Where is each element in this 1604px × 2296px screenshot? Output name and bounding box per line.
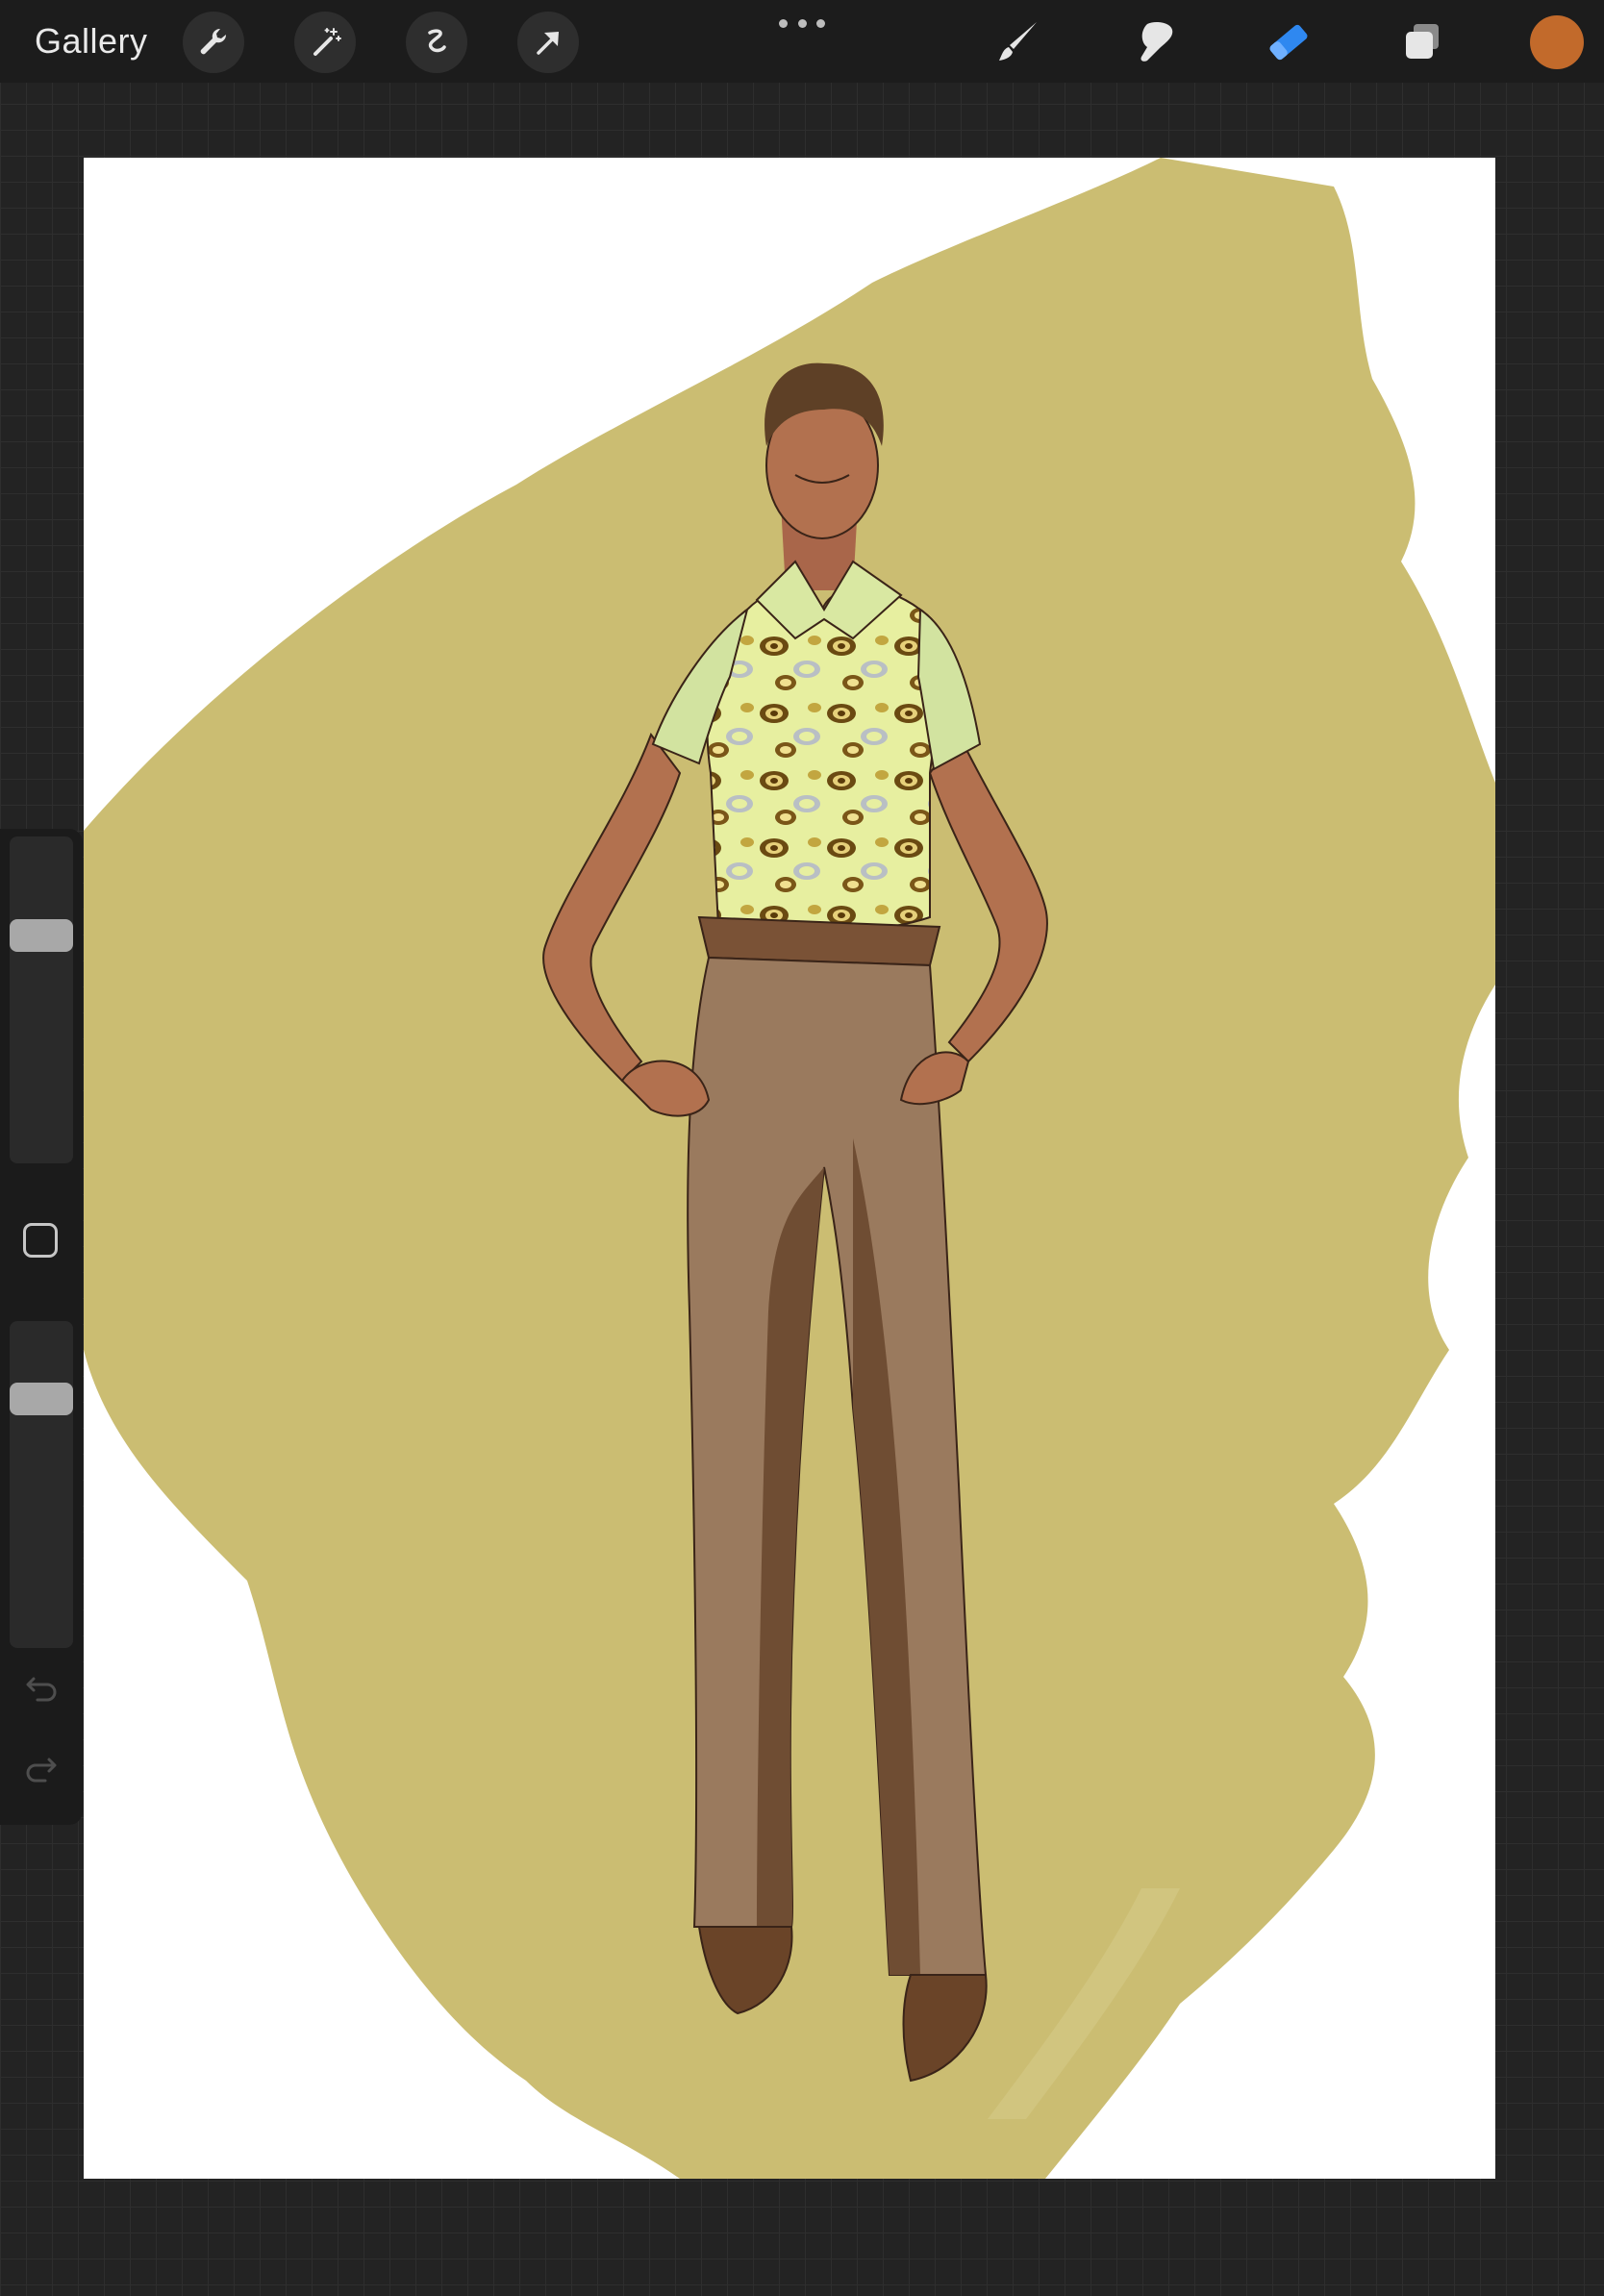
- selection-button[interactable]: [406, 12, 467, 73]
- smudge-icon: [1140, 22, 1173, 62]
- magic-wand-icon: [313, 28, 341, 56]
- actions-button[interactable]: [183, 12, 244, 73]
- dot-icon: [779, 18, 788, 28]
- brush-opacity-slider[interactable]: [10, 1321, 73, 1648]
- left-sidebar: [0, 829, 83, 1825]
- brush-opacity-thumb[interactable]: [10, 1383, 73, 1416]
- patterned-shirt: [706, 586, 940, 935]
- top-toolbar: Gallery: [0, 0, 1604, 83]
- eraser-icon: [1269, 24, 1308, 61]
- transform-button[interactable]: [517, 12, 579, 73]
- dot-icon: [797, 18, 807, 28]
- brush-size-slider[interactable]: [10, 836, 73, 1163]
- selection-icon: [428, 29, 446, 53]
- brush-size-thumb[interactable]: [10, 918, 73, 952]
- dot-icon: [816, 18, 825, 28]
- more-options-button[interactable]: [779, 13, 825, 33]
- paint-tool-button[interactable]: [988, 12, 1049, 73]
- modify-button[interactable]: [23, 1223, 58, 1258]
- transform-arrow-icon: [537, 32, 559, 55]
- smudge-tool-button[interactable]: [1123, 12, 1185, 73]
- redo-icon[interactable]: [20, 1746, 63, 1788]
- erase-tool-button[interactable]: [1258, 12, 1319, 73]
- fashion-illustration: [84, 158, 1495, 2179]
- color-picker-button[interactable]: [1530, 15, 1584, 69]
- drawing-canvas[interactable]: [84, 158, 1495, 2179]
- adjustments-button[interactable]: [294, 12, 356, 73]
- brush-icon: [999, 22, 1037, 61]
- layers-button[interactable]: [1391, 12, 1453, 73]
- undo-icon[interactable]: [20, 1665, 63, 1708]
- layers-icon: [1406, 24, 1439, 59]
- gallery-button[interactable]: Gallery: [35, 21, 148, 62]
- wrench-icon: [200, 28, 227, 55]
